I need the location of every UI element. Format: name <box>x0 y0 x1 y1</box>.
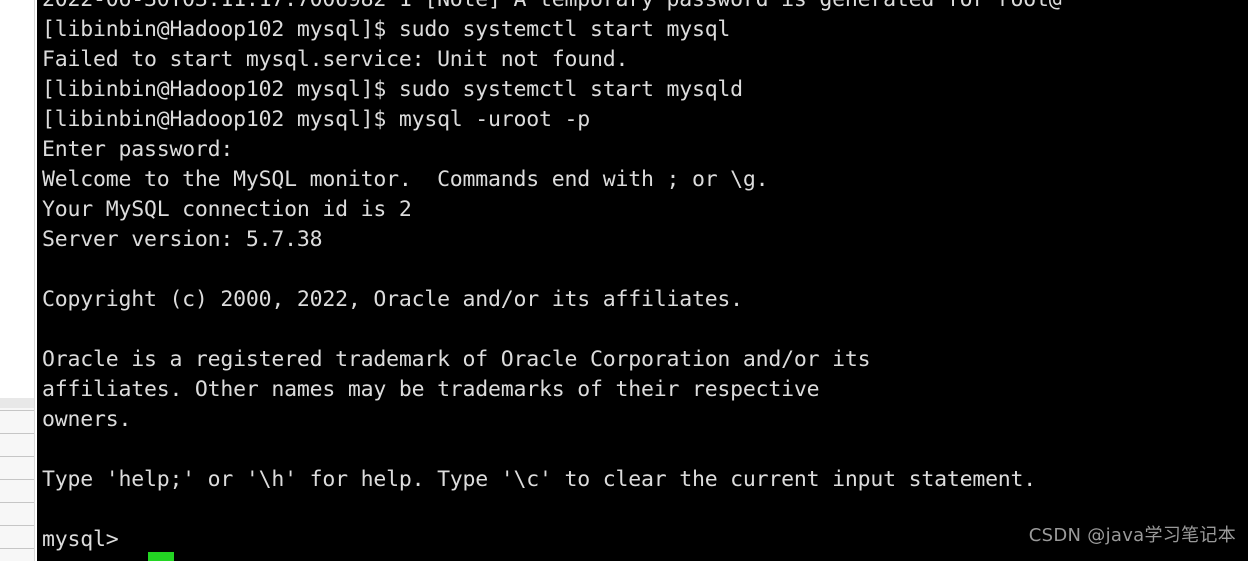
terminal-line-out-failed-start: Failed to start mysql.service: Unit not … <box>42 47 629 72</box>
terminal-line-prompt-enter-password: Enter password: <box>42 137 234 162</box>
spreadsheet-header-shade <box>0 398 34 408</box>
terminal-line-out-trademark-2: affiliates. Other names may be trademark… <box>42 377 820 402</box>
terminal-line-blank-1 <box>42 255 1248 285</box>
terminal-line-out-trademark-1: Oracle is a registered trademark of Orac… <box>42 347 871 372</box>
terminal-line-cmd-start-mysqld: [libinbin@Hadoop102 mysql]$ sudo systemc… <box>42 77 743 102</box>
terminal-line-log-temp-password: 2022-06-30T03:11:17.7006982 1 [Note] A t… <box>42 0 1248 15</box>
terminal-output: 2022-06-30T03:11:17.7006982 1 [Note] A t… <box>42 0 1248 555</box>
terminal-line-blank-3 <box>42 435 1248 465</box>
terminal-window[interactable]: 2022-06-30T03:11:17.7006982 1 [Note] A t… <box>37 0 1248 561</box>
spreadsheet-row-divider <box>0 479 34 480</box>
spreadsheet-row-divider <box>0 502 34 503</box>
spreadsheet-row-divider <box>0 410 34 411</box>
spreadsheet-row-divider <box>0 548 34 549</box>
terminal-line-blank-2 <box>42 315 1248 345</box>
screenshot-root: 2022-06-30T03:11:17.7006982 1 [Note] A t… <box>0 0 1248 561</box>
terminal-line-out-server-version: Server version: 5.7.38 <box>42 227 323 252</box>
terminal-line-out-trademark-3: owners. <box>42 407 132 432</box>
spreadsheet-row-divider <box>0 433 34 434</box>
terminal-line-out-help: Type 'help;' or '\h' for help. Type '\c'… <box>42 467 1037 492</box>
spreadsheet-row-divider <box>0 525 34 526</box>
spreadsheet-row-strip <box>0 398 34 561</box>
terminal-cursor <box>148 552 174 561</box>
terminal-line-out-copyright: Copyright (c) 2000, 2022, Oracle and/or … <box>42 287 743 312</box>
terminal-line-out-welcome: Welcome to the MySQL monitor. Commands e… <box>42 167 769 192</box>
terminal-line-cmd-start-mysql: [libinbin@Hadoop102 mysql]$ sudo systemc… <box>42 17 731 42</box>
terminal-line-cmd-mysql-login: [libinbin@Hadoop102 mysql]$ mysql -uroot… <box>42 107 590 132</box>
background-document <box>0 0 37 561</box>
csdn-watermark: CSDN @java学习笔记本 <box>1028 525 1236 546</box>
spreadsheet-row-divider <box>0 456 34 457</box>
terminal-line-out-connection-id: Your MySQL connection id is 2 <box>42 197 412 222</box>
